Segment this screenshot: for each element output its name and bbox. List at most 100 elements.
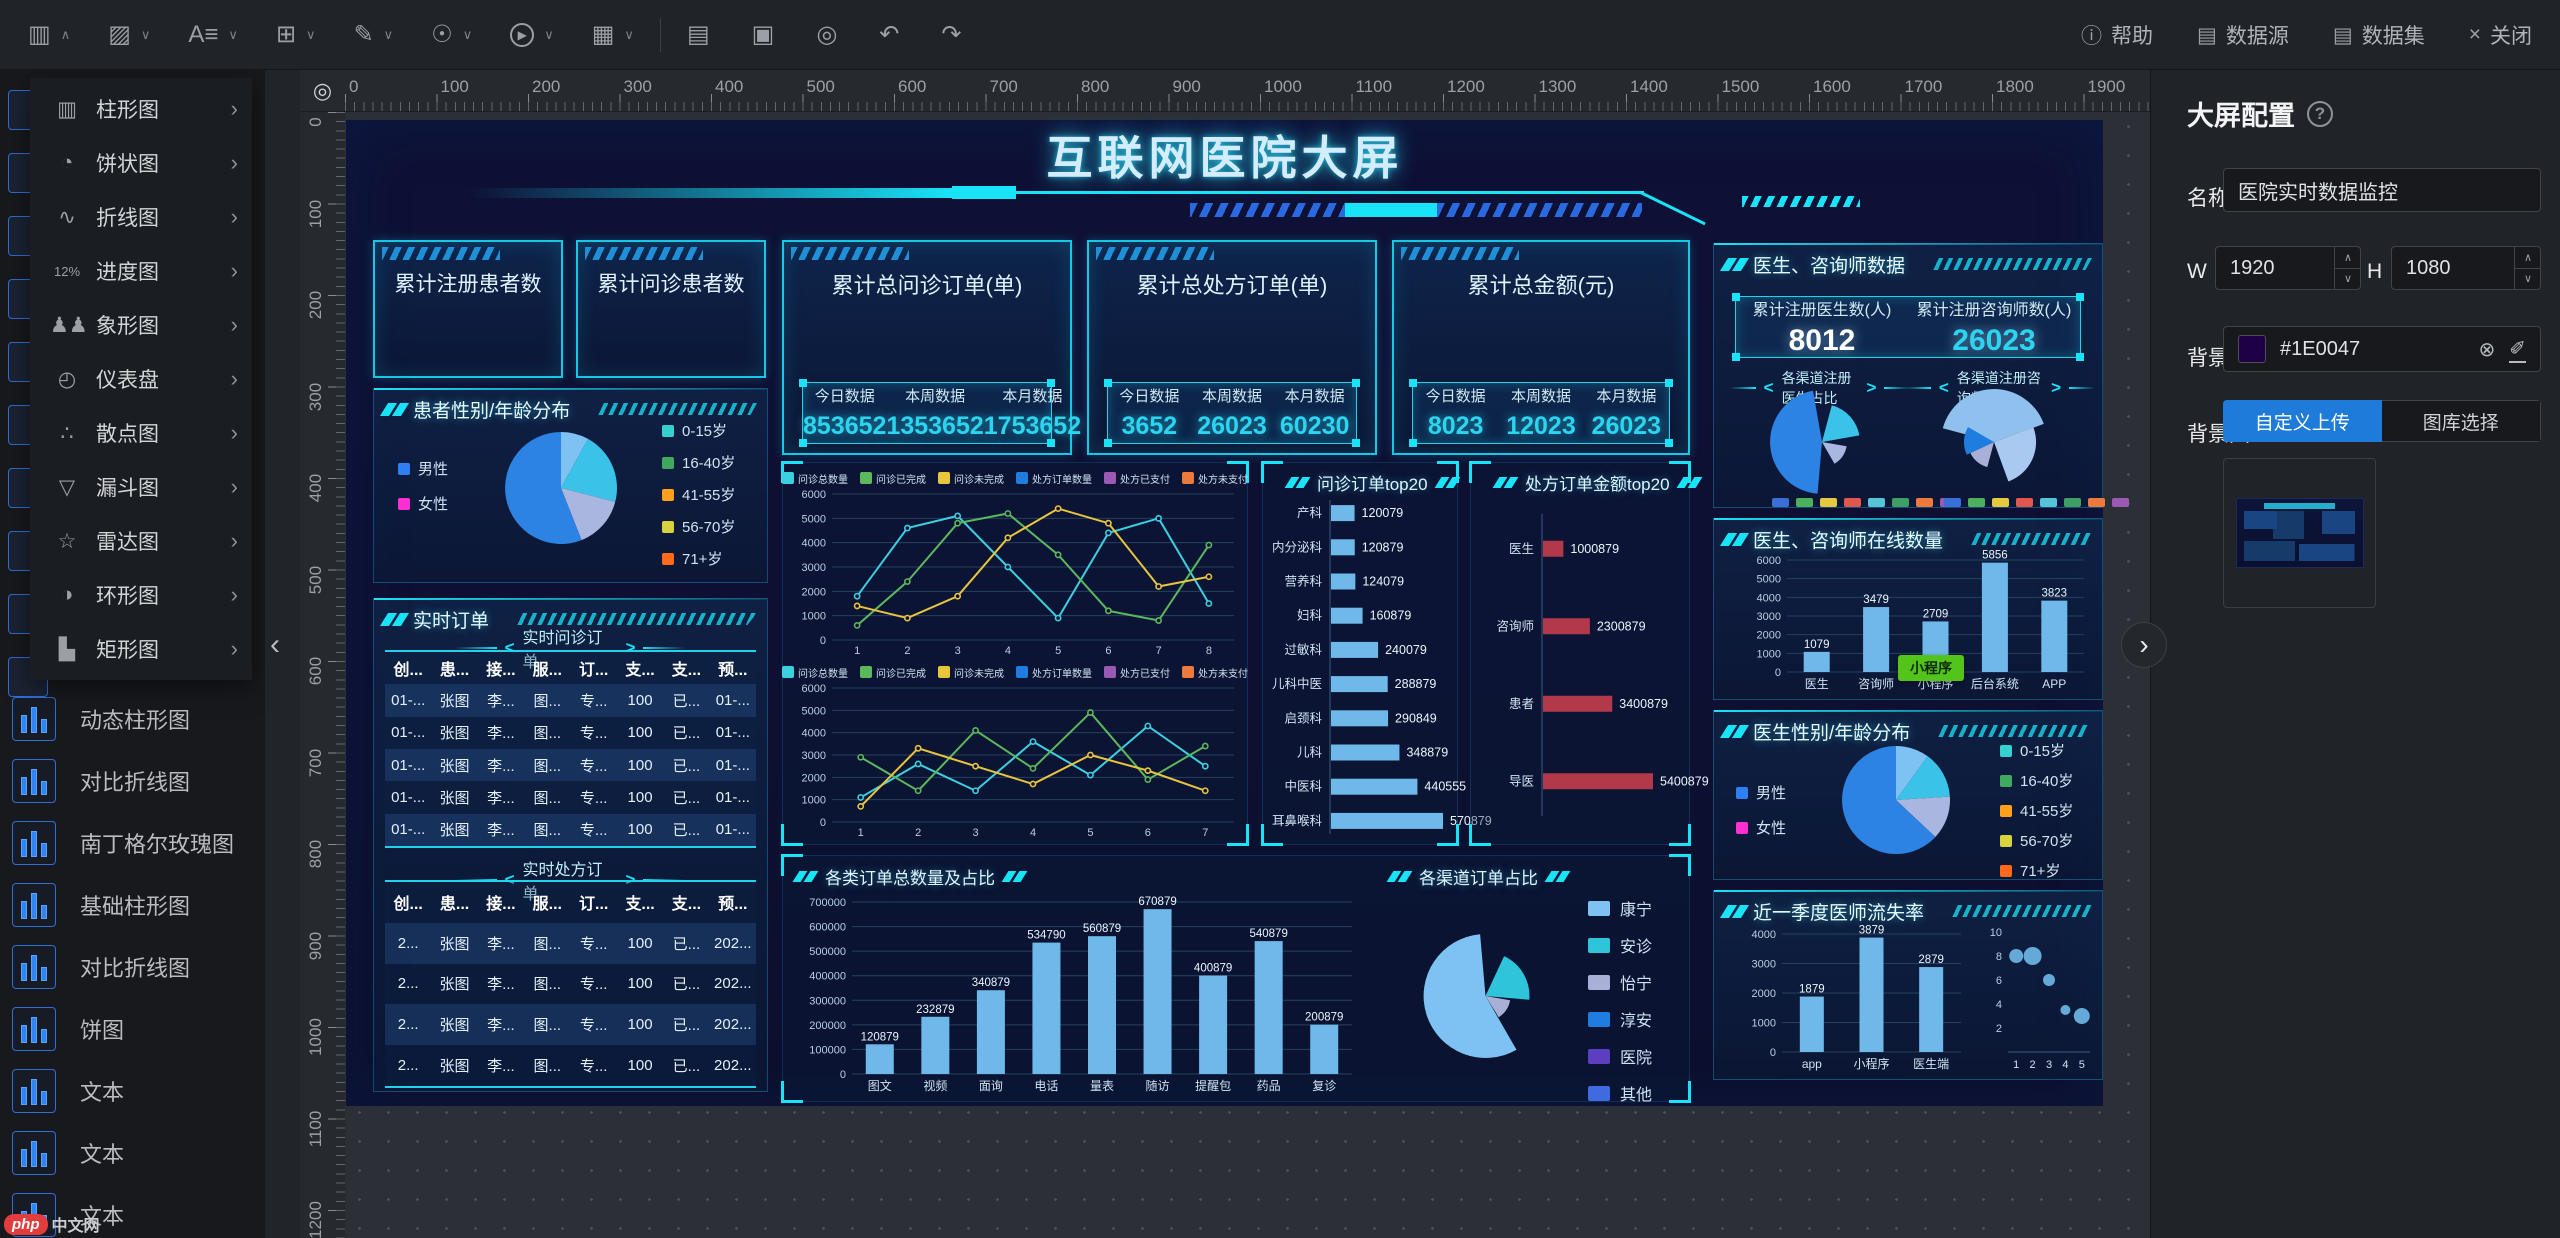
metric-column: 本月数据60230 [1273, 383, 1356, 443]
scatter-chart-churn[interactable]: 10864212345 [1978, 922, 2098, 1072]
header-marks-icon [1680, 477, 1699, 488]
media-play-button[interactable]: ▶∨ [510, 23, 554, 47]
metric-card-rx-orders[interactable]: 累计总处方订单(单) 今日数据3652本周数据26023本月数据60230 [1087, 240, 1377, 455]
svg-text:348879: 348879 [1406, 746, 1448, 760]
step-down-icon[interactable]: ∨ [2335, 268, 2361, 290]
column-header: 接... [478, 656, 524, 680]
rose-chart-consultant-channels[interactable] [1940, 390, 2048, 494]
chart-button[interactable]: ▥∧ [28, 23, 70, 47]
menu-item-label: 散点图 [96, 418, 231, 448]
component-list-item[interactable]: 文本 [0, 1060, 265, 1122]
header-marks-icon [1390, 871, 1409, 882]
expand-config-button[interactable]: › [2121, 622, 2167, 668]
map-marker-button[interactable]: ☉∨ [431, 23, 472, 47]
component-list-item[interactable]: 基础柱形图 [0, 874, 265, 936]
pie-chart-doctor[interactable] [1842, 746, 1950, 854]
chart-type-menu-item[interactable]: ▙矩形图› [30, 622, 252, 676]
svg-text:340879: 340879 [972, 977, 1010, 989]
table-cell: 专... [571, 787, 617, 808]
table-row[interactable]: 2...张图李...图...专...100已...202... [385, 1045, 756, 1086]
realtime-rx-table[interactable]: 创...患...接...服...订...支...支...预...2...张图李.… [385, 880, 756, 1088]
component-list-item[interactable]: 饼图 [0, 998, 265, 1060]
bg-image-thumbnail[interactable] [2223, 458, 2376, 608]
pie-chart-patient[interactable] [505, 432, 617, 544]
datasource-button[interactable]: ▤数据源 [2197, 20, 2289, 50]
chart-type-menu-item[interactable]: ∿折线图› [30, 190, 252, 244]
dataset-button[interactable]: ▤数据集 [2333, 20, 2425, 50]
close-button[interactable]: ×关闭 [2469, 20, 2532, 50]
text-style-button[interactable]: A≡∨ [188, 23, 238, 47]
bar-chart-order-totals[interactable]: 7000006000005000004000003000002000001000… [790, 890, 1356, 1094]
table-row[interactable]: 01-...张图李...图...专...100已...01-... [385, 749, 756, 781]
chart-type-menu-item[interactable]: ▥柱形图› [30, 82, 252, 136]
table-row[interactable]: 2...张图李...图...专...100已...202... [385, 1004, 756, 1045]
width-stepper[interactable]: ∧∨ [2334, 247, 2361, 289]
clear-color-icon[interactable]: ⊗ [2478, 337, 2495, 362]
screen-name-input[interactable] [2223, 168, 2541, 212]
line-chart-prescriptions[interactable]: 60005000400030002000100001234567 [792, 684, 1240, 840]
save-button[interactable]: ▣ [752, 23, 775, 47]
component-list-item[interactable]: 南丁格尔玫瑰图 [0, 812, 265, 874]
edit-button[interactable]: ✎∨ [354, 23, 394, 47]
tab-custom-upload[interactable]: 自定义上传 [2223, 400, 2382, 442]
ring-chart-icon: ◑ [50, 583, 84, 607]
component-list-item[interactable]: 对比折线图 [0, 936, 265, 998]
ruler-toggle-button[interactable]: ◎ [300, 70, 345, 112]
metric-card-total-amount[interactable]: 累计总金额(元) 今日数据8023本周数据12023本月数据26023 [1392, 240, 1690, 455]
rose-chart-order-channels[interactable] [1398, 902, 1573, 1090]
legend-item [1868, 494, 1885, 512]
chart-type-menu-item[interactable]: ▽漏斗图› [30, 460, 252, 514]
step-up-icon[interactable]: ∧ [2335, 247, 2361, 268]
component-label: 对比折线图 [80, 765, 190, 797]
database-button[interactable]: ▤ [687, 23, 710, 47]
ruler-label: 400 [306, 468, 326, 508]
component-list-item[interactable]: 文本 [0, 1122, 265, 1184]
step-down-icon[interactable]: ∨ [2515, 268, 2541, 290]
ruler-label: 500 [306, 560, 326, 600]
stat-card-registered-patients[interactable]: 累计注册患者数 [373, 240, 563, 378]
ruler-label: 800 [306, 834, 326, 874]
card-hatch-decoration [382, 247, 500, 260]
metric-column: 今日数据853652 [803, 383, 886, 443]
table-row[interactable]: 01-...张图李...图...专...100已...01-... [385, 781, 756, 813]
chart-type-menu-item[interactable]: ☆雷达图› [30, 514, 252, 568]
svg-text:300000: 300000 [809, 995, 846, 1007]
chart-type-menu-item[interactable]: ∴散点图› [30, 406, 252, 460]
hbar-chart-rx-top20[interactable]: 医生1000879咨询师2300879患者3400879导医5400879 [1476, 510, 1684, 820]
component-list-item[interactable]: 动态柱形图 [0, 688, 265, 750]
legend-label: 男性 [418, 458, 448, 479]
info-button[interactable]: ⓘ帮助 [2081, 20, 2153, 50]
chart-type-menu-item[interactable]: ◴仪表盘› [30, 352, 252, 406]
realtime-consult-table[interactable]: 创...患...接...服...订...支...支...预...01-...张图… [385, 650, 756, 848]
color-picker-icon[interactable]: ✐ [2509, 336, 2526, 363]
redo-button[interactable]: ↷ [941, 23, 961, 47]
table-row[interactable]: 2...张图李...图...专...100已...202... [385, 964, 756, 1005]
collapse-sidebar-button[interactable]: ‹ [270, 628, 280, 662]
preview-eye-button[interactable]: ◎ [816, 23, 837, 47]
line-chart-consults[interactable]: 600050004000300020001000012345678 [792, 490, 1240, 658]
widgets-button[interactable]: ▦∨ [592, 23, 634, 47]
chart-type-menu-item[interactable]: ♟♟象形图› [30, 298, 252, 352]
table-row[interactable]: 01-...张图李...图...专...100已...01-... [385, 717, 756, 749]
table-row[interactable]: 01-...张图李...图...专...100已...01-... [385, 684, 756, 716]
metric-card-consult-orders[interactable]: 累计总问诊订单(单) 今日数据853652本周数据1353652本月数据1753… [782, 240, 1072, 455]
undo-button[interactable]: ↶ [879, 23, 899, 47]
tab-gallery-select[interactable]: 图库选择 [2382, 400, 2542, 442]
paint-roller-button[interactable]: ▨∨ [108, 23, 150, 47]
rose-chart-doctor-channels[interactable] [1768, 390, 1876, 494]
stat-card-consulted-patients[interactable]: 累计问诊患者数 [576, 240, 766, 378]
chart-type-menu-item[interactable]: 12%进度图› [30, 244, 252, 298]
hbar-chart-consult-top20[interactable]: 产科120079内分泌科120879营养科124079妇科160879过敏科24… [1268, 496, 1454, 838]
component-list-item[interactable]: 对比折线图 [0, 750, 265, 812]
height-stepper[interactable]: ∧∨ [2514, 247, 2541, 289]
chart-type-menu-item[interactable]: ◔饼状图› [30, 136, 252, 190]
bar-chart-churn[interactable]: 400030002000100001879app3879小程序2879医生端 [1740, 922, 1965, 1072]
bg-color-field[interactable]: #1E0047 ⊗ ✐ [2223, 326, 2541, 372]
chart-type-menu-item[interactable]: ◑环形图› [30, 568, 252, 622]
table-button[interactable]: ⊞∨ [276, 23, 316, 47]
svg-text:10: 10 [1990, 927, 2002, 939]
step-up-icon[interactable]: ∧ [2515, 247, 2541, 268]
help-circle-icon[interactable]: ? [2307, 101, 2333, 127]
table-row[interactable]: 01-...张图李...图...专...100已...01-... [385, 814, 756, 846]
table-row[interactable]: 2...张图李...图...专...100已...202... [385, 923, 756, 964]
